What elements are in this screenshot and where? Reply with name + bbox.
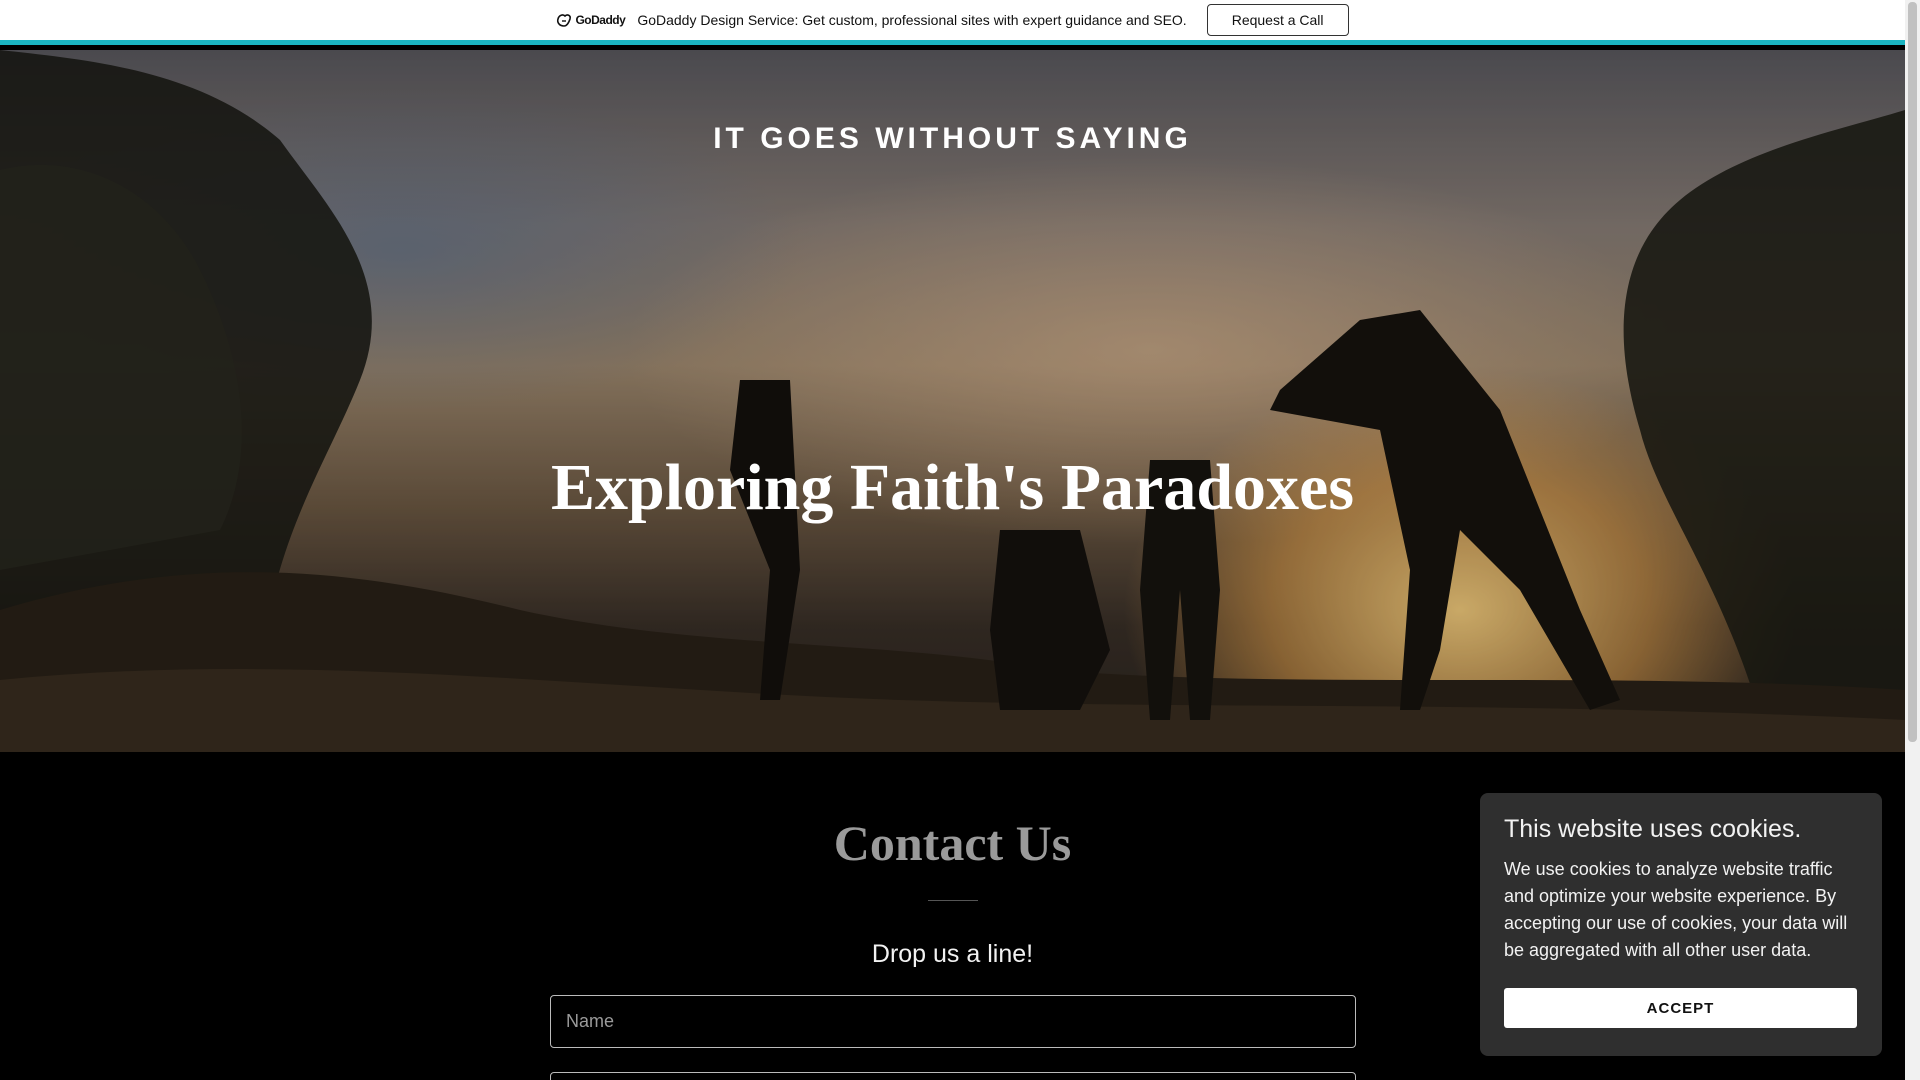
name-input[interactable] <box>550 995 1356 1048</box>
page-scrollbar[interactable] <box>1905 0 1920 1080</box>
promo-bar: GoDaddy GoDaddy Design Service: Get cust… <box>0 0 1905 45</box>
cookie-banner: This website uses cookies. We use cookie… <box>1480 793 1882 1056</box>
cookie-text: We use cookies to analyze website traffi… <box>1504 859 1848 960</box>
contact-divider <box>928 900 978 901</box>
cookie-title: This website uses cookies. <box>1504 815 1802 843</box>
hero-banner: IT GOES WITHOUT SAYING Exploring Faith's… <box>0 50 1905 752</box>
godaddy-logo-icon <box>557 14 572 27</box>
godaddy-logo: GoDaddy <box>556 13 626 27</box>
accept-cookies-button[interactable]: ACCEPT <box>1504 988 1857 1028</box>
scrollbar-thumb[interactable] <box>1908 2 1917 742</box>
promo-message: GoDaddy Design Service: Get custom, prof… <box>637 12 1187 28</box>
hero-heading: Exploring Faith's Paradoxes <box>550 451 1355 524</box>
godaddy-logo-text: GoDaddy <box>575 13 626 27</box>
site-title[interactable]: IT GOES WITHOUT SAYING <box>0 122 1905 156</box>
request-call-button[interactable]: Request a Call <box>1206 4 1349 36</box>
email-input[interactable] <box>550 1072 1356 1080</box>
